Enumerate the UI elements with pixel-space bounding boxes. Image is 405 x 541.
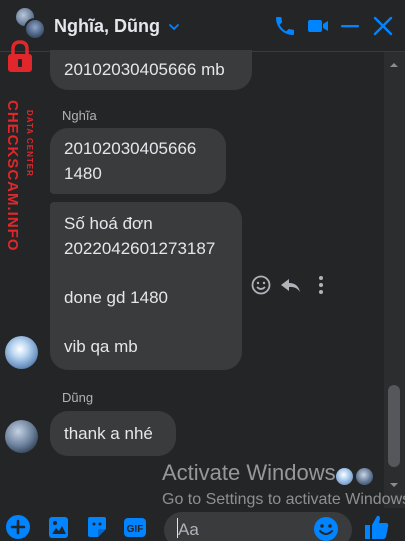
sticker-icon[interactable] <box>84 514 110 540</box>
react-icon[interactable] <box>251 275 271 295</box>
activate-windows-subtitle: Go to Settings to activate Windows. <box>162 491 405 508</box>
message-bubble[interactable]: Số hoá đơn 2022042601273187 done gd 1480… <box>50 202 242 370</box>
sender-name: Nghĩa <box>62 108 97 123</box>
chat-title-button[interactable]: Nghĩa, Dũng <box>54 16 180 37</box>
avatar <box>356 468 373 485</box>
svg-text:GIF: GIF <box>127 524 144 535</box>
seen-indicators <box>336 468 376 486</box>
like-icon[interactable] <box>362 513 390 541</box>
video-icon[interactable] <box>306 14 330 38</box>
sender-name: Dũng <box>62 390 94 405</box>
avatar <box>336 468 353 485</box>
chevron-down-icon <box>169 23 179 30</box>
message-actions <box>251 275 323 295</box>
chat-header: Nghĩa, Dũng <box>0 0 405 52</box>
avatar[interactable] <box>5 420 38 453</box>
chat-title: Nghĩa, Dũng <box>54 16 160 36</box>
watermark-text: CHECKSCAM.INFO <box>4 100 21 252</box>
scrollbar-thumb[interactable] <box>388 385 400 467</box>
minimize-icon[interactable] <box>338 14 362 38</box>
scroll-down-arrow-icon[interactable] <box>388 480 400 490</box>
phone-icon[interactable] <box>273 14 297 38</box>
image-icon[interactable] <box>45 514 71 540</box>
lock-icon <box>8 40 32 72</box>
activate-windows-title: Activate Windows <box>162 460 336 485</box>
message-bubble[interactable]: 20102030405666 1480 <box>50 128 226 194</box>
message-input-placeholder: Aa <box>178 520 199 539</box>
add-icon[interactable] <box>5 514 31 540</box>
watermark-subtext: DATA CENTER <box>25 110 34 177</box>
gif-icon[interactable]: GIF <box>122 514 148 540</box>
message-bubble[interactable]: thank a nhé <box>50 411 176 456</box>
more-options-icon[interactable] <box>319 276 323 294</box>
scroll-up-arrow-icon[interactable] <box>388 60 400 70</box>
message-bubble[interactable]: 20102030405666 mb <box>50 50 252 90</box>
watermark: CHECKSCAM.INFO DATA CENTER <box>0 30 44 252</box>
avatar[interactable] <box>5 336 38 369</box>
reply-icon[interactable] <box>281 279 300 292</box>
emoji-icon[interactable] <box>313 516 339 541</box>
close-icon[interactable] <box>371 14 395 38</box>
